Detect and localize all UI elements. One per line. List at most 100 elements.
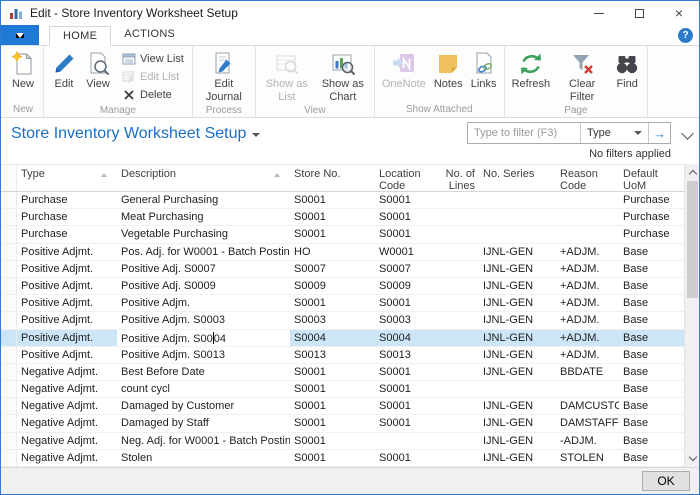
table-row[interactable]: PurchaseGeneral PurchasingS0001S0001Purc… [1, 192, 684, 209]
links-button[interactable]: Links [467, 48, 501, 92]
table-cell[interactable] [441, 364, 479, 380]
table-cell[interactable]: S0001 [375, 226, 441, 242]
table-cell[interactable]: Negative Adjmt. [17, 398, 117, 414]
table-cell[interactable] [441, 415, 479, 431]
row-selector[interactable] [1, 244, 17, 260]
table-cell[interactable]: S0001 [375, 209, 441, 225]
table-cell[interactable]: S0009 [290, 278, 375, 294]
table-row[interactable]: Positive Adjmt.Positive Adjm. S0003S0003… [1, 312, 684, 329]
table-cell[interactable]: +ADJM. [556, 295, 619, 311]
table-cell[interactable] [375, 433, 441, 449]
table-cell[interactable]: IJNL-GEN [479, 244, 556, 260]
table-cell[interactable] [479, 226, 556, 242]
row-selector[interactable] [1, 261, 17, 277]
vertical-scrollbar[interactable] [684, 164, 699, 467]
help-icon[interactable]: ? [678, 28, 693, 43]
table-cell[interactable]: Purchase [619, 209, 684, 225]
maximize-button[interactable] [619, 1, 659, 25]
table-row[interactable]: Positive Adjmt.Positive Adj. S0007S0007S… [1, 261, 684, 278]
table-cell[interactable]: General Purchasing [117, 192, 290, 208]
row-selector[interactable] [1, 450, 17, 466]
table-cell[interactable]: S0001 [290, 398, 375, 414]
table-cell[interactable] [441, 347, 479, 363]
tab-actions[interactable]: ACTIONS [111, 25, 188, 45]
table-cell[interactable]: +ADJM. [556, 261, 619, 277]
table-cell[interactable] [441, 330, 479, 346]
table-row[interactable]: Negative Adjmt.Damaged by StaffS0001S000… [1, 415, 684, 432]
table-cell[interactable]: Negative Adjmt. [17, 381, 117, 397]
table-cell[interactable]: Base [619, 433, 684, 449]
select-all-gutter[interactable] [1, 165, 17, 191]
view-list-button[interactable]: View List [117, 50, 189, 68]
table-cell[interactable]: Damaged by Customer [117, 398, 290, 414]
table-cell[interactable]: S0004 [375, 330, 441, 346]
apply-filter-button[interactable]: → [648, 123, 670, 143]
table-cell[interactable]: Meat Purchasing [117, 209, 290, 225]
table-cell[interactable]: Positive Adjm. S0013 [117, 347, 290, 363]
table-cell[interactable]: Positive Adjmt. [17, 278, 117, 294]
table-cell[interactable]: +ADJM. [556, 312, 619, 328]
table-cell[interactable]: Base [619, 450, 684, 466]
column-header-location-code[interactable]: Location Code [375, 165, 441, 191]
table-cell[interactable]: STOLEN [556, 450, 619, 466]
table-cell[interactable]: S0013 [290, 347, 375, 363]
scroll-down-button[interactable] [685, 451, 700, 466]
notes-button[interactable]: Notes [430, 48, 467, 92]
table-cell[interactable]: +ADJM. [556, 347, 619, 363]
table-cell[interactable] [441, 312, 479, 328]
table-cell[interactable]: S0001 [375, 192, 441, 208]
table-cell[interactable] [556, 381, 619, 397]
table-cell[interactable]: Base [619, 244, 684, 260]
minimize-button[interactable] [579, 1, 619, 25]
table-cell[interactable]: Positive Adjmt. [17, 347, 117, 363]
table-row[interactable]: Negative Adjmt.count cyclS0001S0001Base [1, 381, 684, 398]
row-selector[interactable] [1, 381, 17, 397]
table-row[interactable]: Negative Adjmt.Best Before DateS0001S000… [1, 364, 684, 381]
row-selector[interactable] [1, 312, 17, 328]
table-cell[interactable]: Base [619, 330, 684, 346]
table-cell[interactable]: Positive Adjmt. [17, 261, 117, 277]
table-cell[interactable]: Best Before Date [117, 364, 290, 380]
table-cell[interactable]: +ADJM. [556, 278, 619, 294]
table-cell[interactable]: +ADJM. [556, 244, 619, 260]
table-cell[interactable]: Vegetable Purchasing [117, 226, 290, 242]
table-cell[interactable]: Base [619, 278, 684, 294]
close-button[interactable]: × [659, 1, 699, 25]
table-cell[interactable]: IJNL-GEN [479, 330, 556, 346]
table-cell[interactable]: Purchase [17, 192, 117, 208]
table-cell[interactable]: Positive Adjmt. [17, 244, 117, 260]
table-cell[interactable]: S0001 [375, 381, 441, 397]
column-header-description[interactable]: Description [117, 165, 290, 191]
column-header-no-of-lines[interactable]: No. of Lines [441, 165, 479, 191]
row-selector[interactable] [1, 433, 17, 449]
table-cell[interactable]: DAMCUSTOM [556, 398, 619, 414]
table-cell[interactable] [556, 192, 619, 208]
edit-list-button[interactable]: Edit List [117, 68, 189, 86]
clear-filter-button[interactable]: Clear Filter [554, 48, 610, 104]
table-cell[interactable]: IJNL-GEN [479, 278, 556, 294]
column-header-type[interactable]: Type [17, 165, 117, 191]
table-cell[interactable]: S0001 [375, 398, 441, 414]
table-cell[interactable]: Purchase [17, 209, 117, 225]
table-cell[interactable] [441, 226, 479, 242]
row-selector[interactable] [1, 226, 17, 242]
column-header-reason-code[interactable]: Reason Code [556, 165, 619, 191]
table-cell[interactable]: IJNL-GEN [479, 295, 556, 311]
table-cell[interactable] [441, 295, 479, 311]
table-cell[interactable]: IJNL-GEN [479, 347, 556, 363]
page-title[interactable]: Store Inventory Worksheet Setup [11, 125, 260, 143]
table-cell[interactable] [479, 209, 556, 225]
table-cell[interactable]: Negative Adjmt. [17, 364, 117, 380]
table-cell[interactable]: IJNL-GEN [479, 433, 556, 449]
table-cell[interactable] [479, 192, 556, 208]
table-cell[interactable]: Purchase [619, 226, 684, 242]
table-cell[interactable]: IJNL-GEN [479, 398, 556, 414]
table-cell[interactable]: IJNL-GEN [479, 415, 556, 431]
table-cell[interactable]: Purchase [619, 192, 684, 208]
table-cell[interactable]: S0001 [290, 295, 375, 311]
table-cell[interactable]: W0001 [375, 244, 441, 260]
application-menu-button[interactable] [1, 25, 39, 45]
row-selector[interactable] [1, 398, 17, 414]
table-row[interactable]: Positive Adjmt.Positive Adj. S0009S0009S… [1, 278, 684, 295]
ok-button[interactable]: OK [642, 471, 690, 491]
